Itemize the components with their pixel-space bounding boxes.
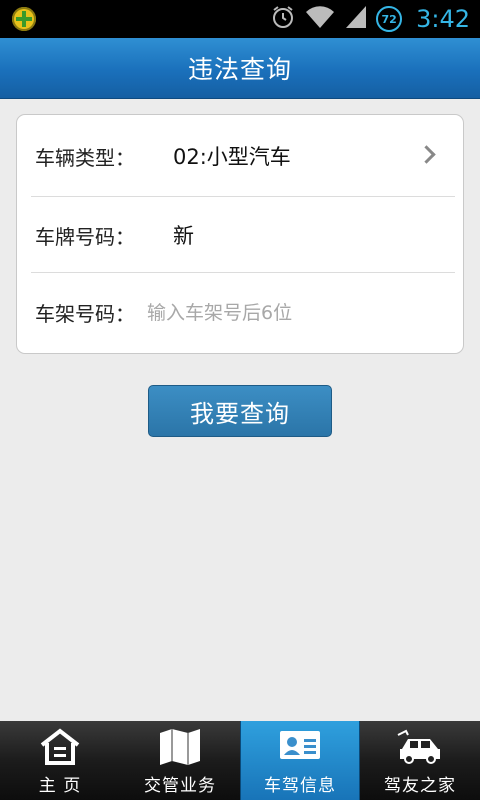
tab-driver-vehicle-info[interactable]: 车驾信息	[240, 721, 360, 800]
alarm-icon	[270, 4, 296, 34]
wifi-icon	[304, 4, 336, 34]
page-title: 违法查询	[187, 55, 292, 84]
plate-number-prefix[interactable]: 新	[173, 220, 194, 250]
plus-badge-icon	[12, 7, 36, 31]
tab-driver-community-label: 驾友之家	[384, 776, 456, 796]
query-button[interactable]: 我要查询	[148, 385, 332, 437]
vehicle-type-label: 车辆类型：	[35, 145, 135, 170]
signal-icon	[344, 4, 368, 34]
tab-home-label: 主 页	[38, 776, 82, 796]
tab-traffic-services-label: 交管业务	[144, 776, 216, 796]
tab-driver-community[interactable]: 驾友之家	[360, 721, 480, 800]
tab-traffic-services[interactable]: 交管业务	[120, 721, 240, 800]
plate-number-label: 车牌号码：	[35, 224, 135, 249]
status-bar: 72 3:42	[0, 0, 480, 38]
car-icon	[396, 727, 444, 769]
tab-driver-vehicle-info-label: 车驾信息	[264, 776, 336, 796]
tab-home[interactable]: 主 页	[0, 721, 120, 800]
battery-icon: 72	[376, 6, 403, 32]
home-icon	[38, 727, 82, 771]
frame-number-row: 车架号码：	[17, 273, 463, 351]
chevron-right-icon	[417, 145, 436, 164]
vehicle-type-row[interactable]: 车辆类型： 02:小型汽车	[17, 117, 463, 195]
status-time: 3:42	[416, 5, 470, 33]
bottom-nav: 主 页 交管业务 车驾信息 驾友之家	[0, 721, 480, 800]
frame-number-label: 车架号码：	[35, 301, 135, 326]
vehicle-type-value: 02:小型汽车	[173, 145, 291, 169]
id-card-icon	[277, 727, 323, 767]
status-icons: 72 3:42	[270, 0, 470, 38]
plate-number-row[interactable]: 车牌号码： 新	[17, 196, 463, 274]
map-icon	[157, 727, 203, 771]
frame-number-input[interactable]	[143, 295, 451, 331]
title-bar: 违法查询	[0, 38, 480, 99]
query-form: 车辆类型： 02:小型汽车 车牌号码： 新 车架号码：	[16, 114, 464, 354]
